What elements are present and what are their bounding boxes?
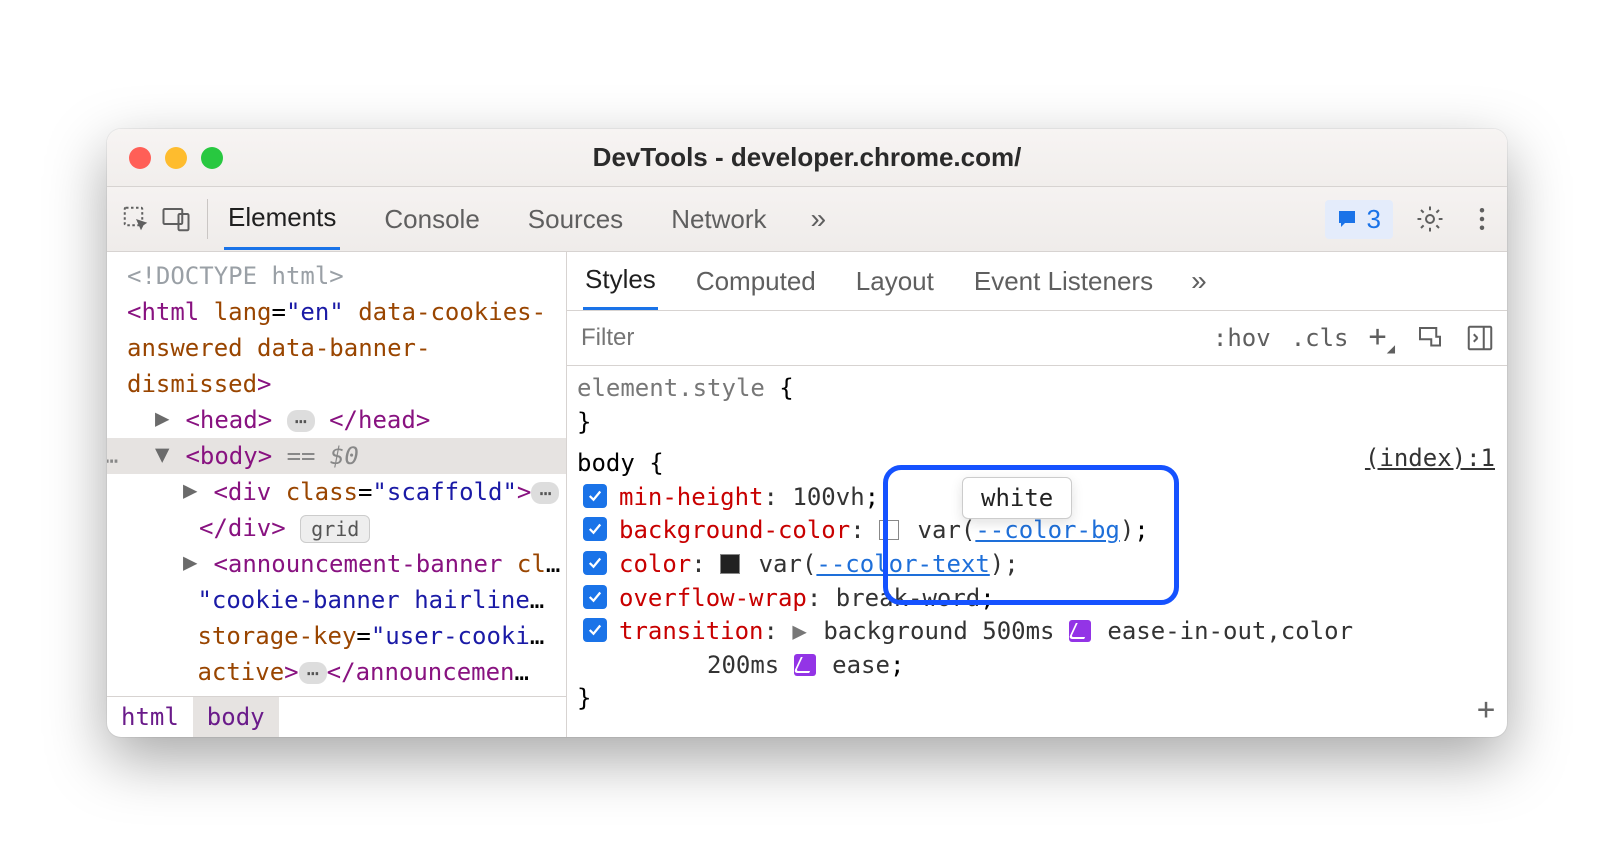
var-color-bg-link[interactable]: --color-bg <box>975 516 1120 544</box>
checkbox-icon[interactable] <box>583 517 607 541</box>
body-rule-close: } <box>577 682 1497 716</box>
styles-filter-input[interactable] <box>567 314 1213 362</box>
cubic-bezier-icon[interactable] <box>1069 620 1091 642</box>
element-style-selector[interactable]: element.style <box>577 374 765 402</box>
color-swatch-icon[interactable] <box>879 520 899 540</box>
toolbar-separator <box>207 199 208 239</box>
new-rule-icon[interactable]: +◢ <box>1369 319 1396 357</box>
ellipsis-icon[interactable]: ⋯ <box>287 410 315 432</box>
window-title: DevTools - developer.chrome.com/ <box>593 142 1022 173</box>
hov-button[interactable]: :hov <box>1213 324 1271 352</box>
add-declaration-icon[interactable]: + <box>1477 689 1495 731</box>
var-color-text-link[interactable]: --color-text <box>816 550 989 578</box>
dom-div-scaffold[interactable]: ▶ <div class="scaffold">⋯ </div> grid <box>107 474 566 546</box>
inspect-element-icon[interactable] <box>121 204 151 234</box>
tab-sources[interactable]: Sources <box>524 190 627 249</box>
dom-html-open[interactable]: <html lang="en" data-cookies-answered da… <box>107 294 566 402</box>
more-subtabs-icon[interactable]: » <box>1191 265 1207 297</box>
tab-network[interactable]: Network <box>667 190 770 249</box>
breadcrumb-html[interactable]: html <box>107 697 193 737</box>
prop-color[interactable]: color: var(--color-text); <box>577 548 1497 582</box>
paint-icon[interactable] <box>1415 323 1445 353</box>
color-swatch-icon[interactable] <box>720 554 740 574</box>
checkbox-icon[interactable] <box>583 484 607 508</box>
subtab-layout[interactable]: Layout <box>854 254 936 309</box>
dom-doctype: <!DOCTYPE html> <box>127 262 344 290</box>
element-style-close: } <box>577 406 1497 440</box>
maximize-window-button[interactable] <box>201 147 223 169</box>
kebab-menu-icon[interactable] <box>1467 204 1497 234</box>
cls-button[interactable]: .cls <box>1291 324 1349 352</box>
computed-sidebar-icon[interactable] <box>1465 323 1495 353</box>
prop-background-color[interactable]: background-color: var(--color-bg); <box>577 514 1497 548</box>
tab-elements[interactable]: Elements <box>224 188 340 250</box>
dom-announcement-banner[interactable]: ▶ <announcement-banner cl… "cookie-banne… <box>107 546 566 690</box>
more-tabs-icon[interactable]: » <box>811 203 827 235</box>
subtab-styles[interactable]: Styles <box>583 252 658 310</box>
checkbox-icon[interactable] <box>583 618 607 642</box>
issues-icon <box>1335 207 1359 231</box>
grid-badge[interactable]: grid <box>300 515 370 543</box>
body-selector[interactable]: body <box>577 449 635 477</box>
issues-chip[interactable]: 3 <box>1325 200 1393 239</box>
prop-overflow-wrap[interactable]: overflow-wrap: break-word; <box>577 582 1497 616</box>
dom-body-selected[interactable]: ⋯ ▼ <body> == $0 <box>107 438 566 474</box>
subtab-event-listeners[interactable]: Event Listeners <box>972 254 1155 309</box>
breadcrumb-body[interactable]: body <box>193 697 279 737</box>
dom-head[interactable]: ▶ <head> ⋯ </head> <box>107 402 566 438</box>
subtab-computed[interactable]: Computed <box>694 254 818 309</box>
breadcrumb: html body <box>107 696 566 737</box>
checkbox-icon[interactable] <box>583 551 607 575</box>
device-toolbar-icon[interactable] <box>161 204 191 234</box>
issues-count: 3 <box>1367 204 1381 235</box>
prop-transition-line2[interactable]: 200ms ease; <box>577 649 1497 683</box>
expand-shorthand-icon[interactable]: ▶ <box>792 617 806 645</box>
minimize-window-button[interactable] <box>165 147 187 169</box>
rule-source-link[interactable]: (index):1 <box>1365 442 1495 476</box>
settings-icon[interactable] <box>1415 204 1445 234</box>
tab-console[interactable]: Console <box>380 190 483 249</box>
cubic-bezier-icon[interactable] <box>794 654 816 676</box>
color-tooltip: white <box>962 477 1072 519</box>
close-window-button[interactable] <box>129 147 151 169</box>
checkbox-icon[interactable] <box>583 585 607 609</box>
prop-transition[interactable]: transition: ▶ background 500ms ease-in-o… <box>577 615 1497 649</box>
